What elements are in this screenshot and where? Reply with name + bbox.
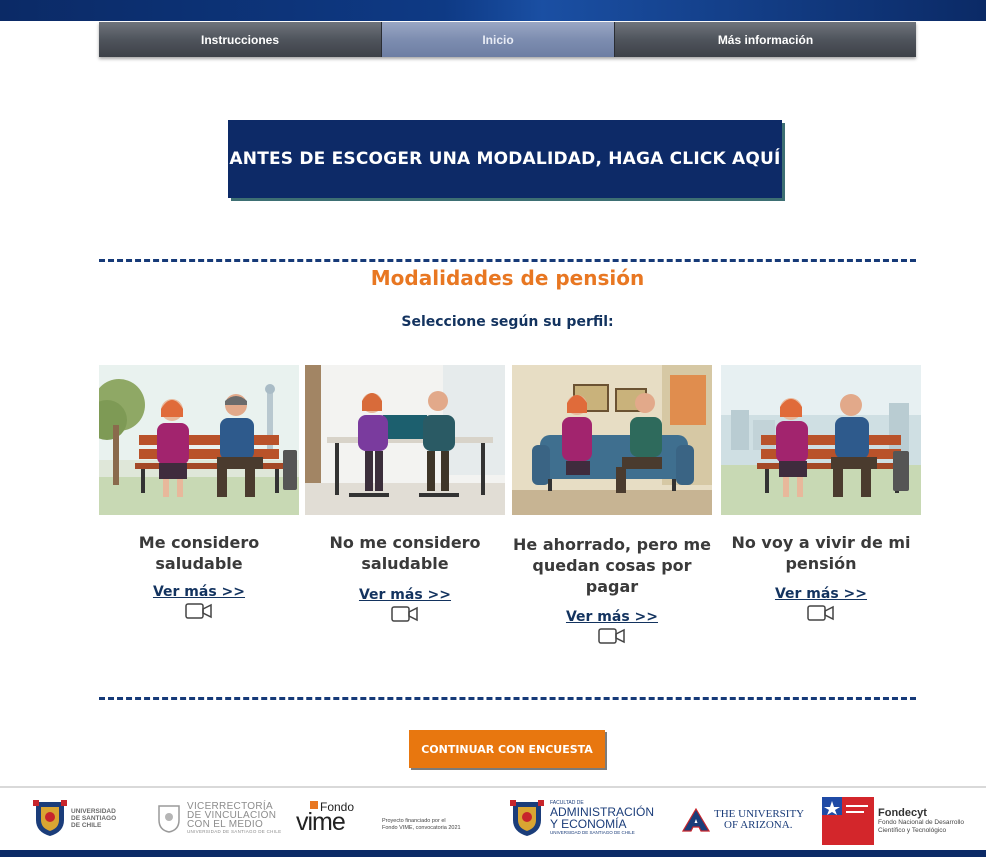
card-title: No voy a vivir de mi pensión xyxy=(731,533,911,573)
nav-mas-informacion[interactable]: Más información xyxy=(615,22,916,57)
city-bench-illustration xyxy=(721,365,921,515)
office-desk-illustration xyxy=(305,365,505,515)
fae-logo: FACULTAD DE ADMINISTRACIÓN Y ECONOMÍA UN… xyxy=(510,798,654,838)
card-image-park-bench[interactable] xyxy=(99,365,299,515)
divider-bottom xyxy=(99,697,916,700)
card-image-office-desk[interactable] xyxy=(305,365,505,515)
fae-line2: Y ECONOMÍA xyxy=(550,817,627,831)
ver-mas-link[interactable]: Ver más >> xyxy=(305,587,505,603)
vicerrectoria-crest-icon xyxy=(158,804,180,833)
fondo-vime-note2: Fondo VIME, convocatoria 2021 xyxy=(382,825,461,831)
fondecyt-line1: Fondo Nacional de Desarrollo xyxy=(878,819,964,826)
arizona-line2: OF ARIZONA. xyxy=(724,819,793,831)
section-title: Modalidades de pensión xyxy=(370,266,645,290)
vicerrectoria-line4: UNIVERSIDAD DE SANTIAGO DE CHILE xyxy=(187,829,282,834)
usach-line3: DE CHILE xyxy=(71,821,102,829)
page: Instrucciones Inicio Más información ANT… xyxy=(0,0,986,857)
fae-crest-icon xyxy=(510,800,544,836)
card-image-sofa[interactable] xyxy=(512,365,712,515)
card-ahorrado: He ahorrado, pero me quedan cosas por pa… xyxy=(512,365,712,645)
fondo-vime-note1: Proyecto financiado por el xyxy=(382,818,446,824)
ver-mas-link[interactable]: Ver más >> xyxy=(721,586,921,602)
nav-inicio[interactable]: Inicio xyxy=(382,22,615,57)
video-camera-icon[interactable] xyxy=(185,602,213,620)
section-subtitle: Seleccione según su perfil: xyxy=(401,314,614,330)
fae-line3: UNIVERSIDAD DE SANTIAGO DE CHILE xyxy=(550,830,635,835)
vicerrectoria-line3: CON EL MEDIO xyxy=(187,819,264,830)
arizona-a-icon xyxy=(682,808,710,832)
video-camera-icon[interactable] xyxy=(598,627,626,645)
main-nav: Instrucciones Inicio Más información xyxy=(99,22,916,57)
card-no-vivir: No voy a vivir de mi pensión Ver más >> xyxy=(721,365,921,622)
nav-instrucciones[interactable]: Instrucciones xyxy=(99,22,382,57)
card-image-city-bench[interactable] xyxy=(721,365,921,515)
park-bench-illustration xyxy=(99,365,299,515)
vicerrectoria-logo: VICERRECTORÍA DE VINCULACIÓN CON EL MEDI… xyxy=(157,802,281,835)
card-title: Me considero saludable xyxy=(138,533,260,573)
footer-logos: UNIVERSIDAD DE SANTIAGO DE CHILE VICERRE… xyxy=(0,788,986,850)
continue-survey-button[interactable]: CONTINUAR CON ENCUESTA xyxy=(409,730,605,768)
ver-mas-link[interactable]: Ver más >> xyxy=(99,584,299,600)
fondo-vime-logo: Fondo VIME Proyecto financiado por el Fo… xyxy=(296,800,461,837)
ver-mas-link[interactable]: Ver más >> xyxy=(512,609,712,625)
fondo-vime-big: VIME xyxy=(296,808,346,836)
fondecyt-logo: Fondecyt Fondo Nacional de Desarrollo Ci… xyxy=(822,797,986,845)
living-room-illustration xyxy=(512,365,712,515)
usach-line1: UNIVERSIDAD xyxy=(71,807,116,815)
card-saludable: Me considero saludable Ver más >> xyxy=(99,365,299,620)
usach-crest-icon xyxy=(33,800,67,836)
arizona-logo: THE UNIVERSITY OF ARIZONA. xyxy=(682,808,804,832)
top-header-bar xyxy=(0,0,986,21)
card-title: He ahorrado, pero me quedan cosas por pa… xyxy=(513,535,711,596)
before-choosing-button[interactable]: ANTES DE ESCOGER UNA MODALIDAD, HAGA CLI… xyxy=(228,120,782,198)
fondecyt-name: Fondecyt xyxy=(878,807,927,819)
video-camera-icon[interactable] xyxy=(807,604,835,622)
bottom-bar xyxy=(0,850,986,857)
video-camera-icon[interactable] xyxy=(391,605,419,623)
fondecyt-emblem-icon xyxy=(822,797,874,845)
usach-logo: UNIVERSIDAD DE SANTIAGO DE CHILE xyxy=(33,798,116,838)
fondecyt-line2: Científico y Tecnológico xyxy=(878,827,947,834)
divider-top xyxy=(99,259,916,262)
usach-line2: DE SANTIAGO xyxy=(71,814,117,822)
card-title: No me considero saludable xyxy=(329,533,481,573)
card-no-saludable: No me considero saludable Ver más >> xyxy=(305,365,505,623)
